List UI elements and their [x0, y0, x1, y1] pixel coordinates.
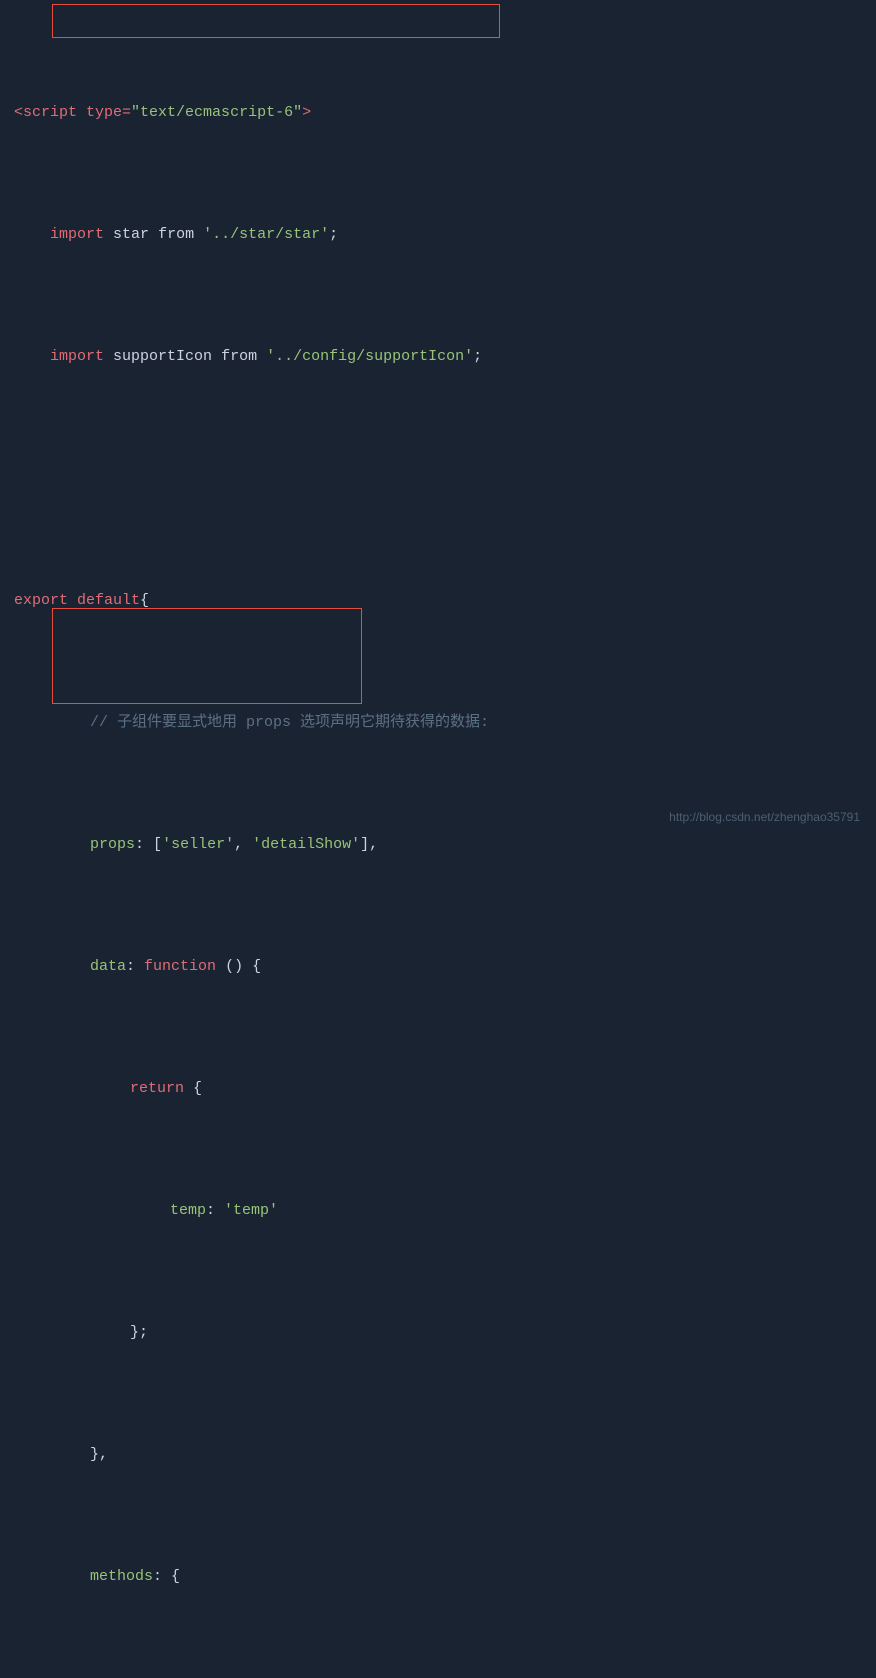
line-13: methods: {	[10, 1564, 876, 1590]
line-5: export default{	[10, 588, 876, 614]
line-4-text	[10, 467, 23, 491]
line-4	[10, 466, 876, 492]
watermark: http://blog.csdn.net/zhenghao35791	[669, 808, 860, 827]
line-2: import star from '../star/star';	[10, 222, 876, 248]
line-5-text: export default{	[10, 589, 149, 613]
line-3-text: import supportIcon from '../config/suppo…	[10, 345, 482, 369]
line-11: };	[10, 1320, 876, 1346]
line-6: // 子组件要显式地用 props 选项声明它期待获得的数据:	[10, 710, 876, 736]
line-8: data: function () {	[10, 954, 876, 980]
line-11-text: };	[10, 1321, 148, 1345]
line-13-text: methods: {	[10, 1565, 180, 1589]
line-7: props: ['seller', 'detailShow'],	[10, 832, 876, 858]
line-10: temp: 'temp'	[10, 1198, 876, 1224]
line-12-text: },	[10, 1443, 108, 1467]
line-3: import supportIcon from '../config/suppo…	[10, 344, 876, 370]
line-9: return {	[10, 1076, 876, 1102]
line-1: <script type="text/ecmascript-6">	[10, 100, 876, 126]
line-1-text: <script type="text/ecmascript-6">	[10, 101, 311, 125]
line-7-text: props: ['seller', 'detailShow'],	[10, 833, 378, 857]
code-editor: <script type="text/ecmascript-6"> import…	[0, 0, 876, 839]
line-9-text: return {	[10, 1077, 202, 1101]
line-8-text: data: function () {	[10, 955, 261, 979]
line-6-text: // 子组件要显式地用 props 选项声明它期待获得的数据:	[10, 711, 489, 735]
line-10-text: temp: 'temp'	[10, 1199, 278, 1223]
code-content: <script type="text/ecmascript-6"> import…	[0, 0, 876, 1678]
line-2-text: import star from '../star/star';	[10, 223, 338, 247]
line-12: },	[10, 1442, 876, 1468]
